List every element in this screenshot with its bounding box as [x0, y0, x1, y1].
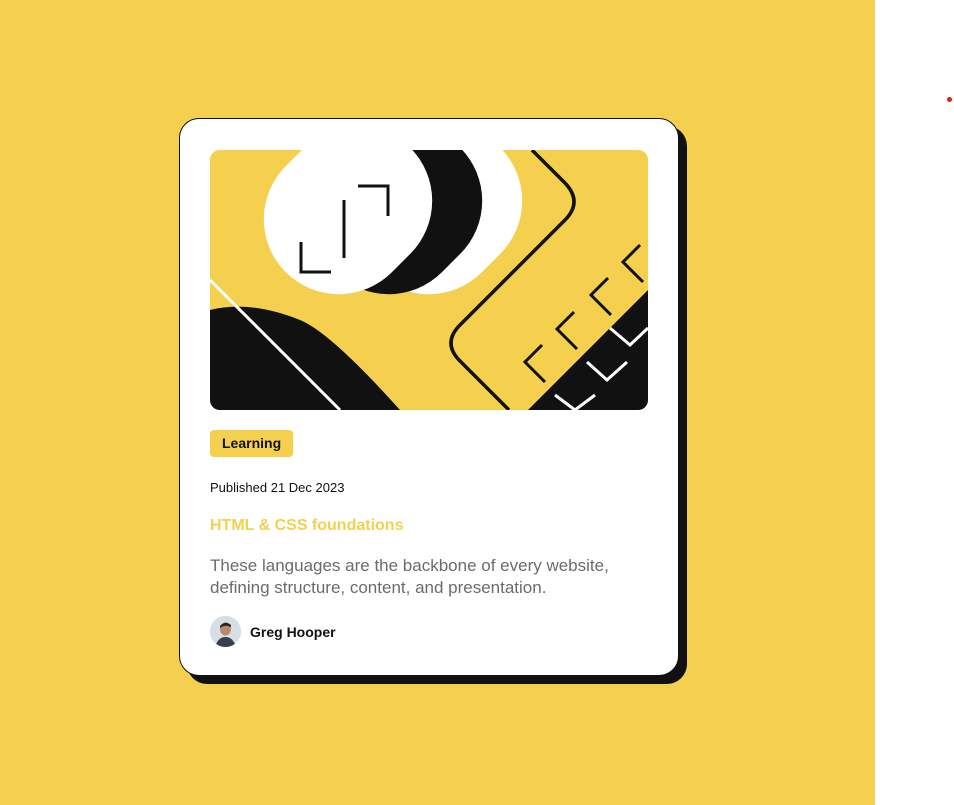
red-dot: [947, 97, 952, 102]
author: Greg Hooper: [210, 616, 336, 647]
publish-date: Published 21 Dec 2023: [210, 480, 345, 495]
article-description: These languages are the backbone of ever…: [210, 556, 609, 597]
hero-illustration: [210, 150, 648, 410]
category-tag: Learning: [210, 430, 294, 457]
avatar: [210, 616, 241, 647]
article-title-link[interactable]: HTML & CSS foundations: [210, 517, 403, 535]
author-name: Greg Hooper: [250, 623, 336, 640]
blog-preview-card: Learning Published 21 Dec 2023 HTML & CS…: [179, 118, 679, 676]
